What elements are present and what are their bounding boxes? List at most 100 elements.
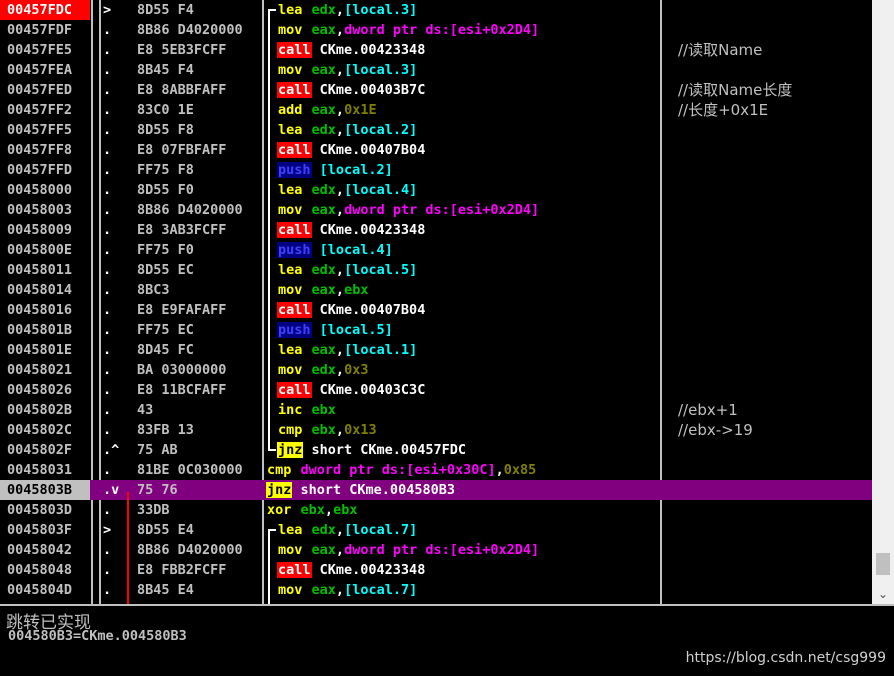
hex-bytes-cell[interactable]: 8D55 E4 [137, 520, 263, 540]
address-cell[interactable]: 00457FF2 [0, 100, 90, 120]
comment-cell[interactable] [678, 280, 868, 300]
comment-cell[interactable] [678, 60, 868, 80]
hex-bytes-cell[interactable]: FF75 F8 [137, 160, 263, 180]
address-cell[interactable]: 00457FFD [0, 160, 90, 180]
comment-cell[interactable] [678, 380, 868, 400]
address-cell[interactable]: 00458026 [0, 380, 90, 400]
address-cell[interactable]: 00457FF5 [0, 120, 90, 140]
hex-bytes-cell[interactable]: 8D55 EC [137, 260, 263, 280]
instruction-cell[interactable]: lea edx,[local.4] [277, 180, 657, 200]
hex-bytes-cell[interactable]: 8D55 F8 [137, 120, 263, 140]
address-cell[interactable]: 00458009 [0, 220, 90, 240]
hex-bytes-cell[interactable]: E8 07FBFAFF [137, 140, 263, 160]
hex-bytes-cell[interactable]: 75 AB [137, 440, 263, 460]
instruction-cell[interactable]: call CKme.00423348 [277, 220, 657, 240]
instruction-row[interactable]: 00457FED. E8 8ABBFAFF call CKme.00403B7C //… [0, 80, 872, 100]
instruction-row[interactable]: 0045801E. 8D45 FC lea eax,[local.1] [0, 340, 872, 360]
instruction-cell[interactable]: mov eax,[local.7] [277, 580, 657, 600]
instruction-cell[interactable]: lea edx,[local.5] [277, 260, 657, 280]
instruction-row[interactable]: 0045803D. 33DB xor ebx,ebx [0, 500, 872, 520]
address-cell[interactable]: 00458021 [0, 360, 90, 380]
instruction-row[interactable]: 0045803F >8D55 E4 lea edx,[local.7] [0, 520, 872, 540]
hex-bytes-cell[interactable]: E8 11BCFAFF [137, 380, 263, 400]
address-cell[interactable]: 00457FE5 [0, 40, 90, 60]
instruction-cell[interactable]: lea edx,[local.3] [277, 0, 657, 20]
comment-cell[interactable] [678, 140, 868, 160]
address-cell[interactable]: 00458031 [0, 460, 90, 480]
comment-cell[interactable] [678, 540, 868, 560]
instruction-cell[interactable]: mov eax,dword ptr ds:[esi+0x2D4] [277, 540, 657, 560]
instruction-cell[interactable]: mov edx,0x3 [277, 360, 657, 380]
instruction-cell[interactable]: jnz short CKme.00457FDC [277, 440, 657, 460]
instruction-cell[interactable]: lea eax,[local.1] [277, 340, 657, 360]
instruction-row[interactable]: 00458048. E8 FBB2FCFF call CKme.00423348 [0, 560, 872, 580]
comment-cell[interactable] [678, 320, 868, 340]
hex-bytes-cell[interactable]: E8 E9FAFAFF [137, 300, 263, 320]
hex-bytes-cell[interactable]: FF75 EC [137, 320, 263, 340]
instruction-cell[interactable]: lea edx,[local.7] [277, 520, 657, 540]
hex-bytes-cell[interactable]: 8B86 D4020000 [137, 20, 263, 40]
instruction-row[interactable]: 0045802C. 83FB 13 cmp ebx,0x13 //ebx->19 [0, 420, 872, 440]
address-cell[interactable]: 0045801B [0, 320, 90, 340]
instruction-row[interactable]: 0045802F .^ 75 AB jnz short CKme.00457FDC [0, 440, 872, 460]
comment-cell[interactable] [678, 0, 868, 20]
comment-cell[interactable] [678, 120, 868, 140]
address-cell[interactable]: 0045803D [0, 500, 90, 520]
hex-bytes-cell[interactable]: 81BE 0C030000 [137, 460, 263, 480]
disassembly-pane[interactable]: 00457FDC >8D55 F4 lea edx,[local.3] 00457FD… [0, 0, 894, 604]
address-cell[interactable]: 00457FDC [0, 0, 90, 20]
instruction-row[interactable]: 0045804D. 8B45 E4 mov eax,[local.7] [0, 580, 872, 600]
hex-bytes-cell[interactable]: 8B86 D4020000 [137, 540, 263, 560]
comment-cell[interactable] [678, 200, 868, 220]
comment-cell[interactable] [678, 440, 868, 460]
instruction-cell[interactable]: xor ebx,ebx [266, 500, 646, 520]
address-cell[interactable]: 00458000 [0, 180, 90, 200]
instruction-row[interactable]: 00458042. 8B86 D4020000 mov eax,dword ptr … [0, 540, 872, 560]
instruction-row[interactable]: 00457FF2. 83C0 1E add eax,0x1E //长度+0x1E [0, 100, 872, 120]
address-cell[interactable]: 00458003 [0, 200, 90, 220]
comment-cell[interactable] [678, 300, 868, 320]
instruction-row[interactable]: 00458026. E8 11BCFAFF call CKme.00403C3C [0, 380, 872, 400]
instruction-row[interactable]: 00457FDC >8D55 F4 lea edx,[local.3] [0, 0, 872, 20]
vertical-scrollbar[interactable]: ⌄ [872, 0, 894, 604]
instruction-cell[interactable]: add eax,0x1E [277, 100, 657, 120]
instruction-row[interactable]: 00458014. 8BC3 mov eax,ebx [0, 280, 872, 300]
instruction-cell[interactable]: call CKme.00403B7C [277, 80, 657, 100]
address-cell[interactable]: 0045803B [0, 480, 90, 500]
address-cell[interactable]: 0045800E [0, 240, 90, 260]
address-cell[interactable]: 0045802C [0, 420, 90, 440]
address-cell[interactable]: 0045802B [0, 400, 90, 420]
instruction-row[interactable]: 00458009. E8 3AB3FCFF call CKme.00423348 [0, 220, 872, 240]
comment-cell[interactable] [678, 360, 868, 380]
comment-cell[interactable]: //读取Name [678, 40, 868, 60]
instruction-cell[interactable]: call CKme.00423348 [277, 40, 657, 60]
instruction-cell[interactable]: jnz short CKme.004580B3 [266, 480, 646, 500]
instruction-row[interactable]: 0045802B. 43 inc ebx //ebx+1 [0, 400, 872, 420]
address-cell[interactable]: 00458011 [0, 260, 90, 280]
address-cell[interactable]: 00457FDF [0, 20, 90, 40]
address-cell[interactable]: 00457FEA [0, 60, 90, 80]
instruction-row[interactable]: 00458016. E8 E9FAFAFF call CKme.00407B04 [0, 300, 872, 320]
comment-cell[interactable] [678, 220, 868, 240]
comment-cell[interactable] [678, 180, 868, 200]
hex-bytes-cell[interactable]: 8D45 FC [137, 340, 263, 360]
comment-cell[interactable] [678, 520, 868, 540]
comment-cell[interactable] [678, 240, 868, 260]
address-cell[interactable]: 0045803F [0, 520, 90, 540]
instruction-row[interactable]: 00457FE5. E8 5EB3FCFF call CKme.00423348 //… [0, 40, 872, 60]
hex-bytes-cell[interactable]: E8 8ABBFAFF [137, 80, 263, 100]
address-cell[interactable]: 0045801E [0, 340, 90, 360]
address-cell[interactable]: 00458014 [0, 280, 90, 300]
instruction-cell[interactable]: push [local.5] [277, 320, 657, 340]
hex-bytes-cell[interactable]: 8B45 F4 [137, 60, 263, 80]
instruction-cell[interactable]: cmp dword ptr ds:[esi+0x30C],0x85 [266, 460, 646, 480]
hex-bytes-cell[interactable]: E8 5EB3FCFF [137, 40, 263, 60]
selected-instruction-row[interactable]: 0045803B .v 75 76 jnz short CKme.004580B3 [0, 480, 872, 500]
hex-bytes-cell[interactable]: 33DB [137, 500, 263, 520]
hex-bytes-cell[interactable]: 8BC3 [137, 280, 263, 300]
instruction-row[interactable]: 00458021. BA 03000000 mov edx,0x3 [0, 360, 872, 380]
comment-cell[interactable]: //ebx+1 [678, 400, 868, 420]
instruction-row[interactable]: 0045801B. FF75 EC push [local.5] [0, 320, 872, 340]
hex-bytes-cell[interactable]: 8B86 D4020000 [137, 200, 263, 220]
instruction-cell[interactable]: call CKme.00407B04 [277, 140, 657, 160]
